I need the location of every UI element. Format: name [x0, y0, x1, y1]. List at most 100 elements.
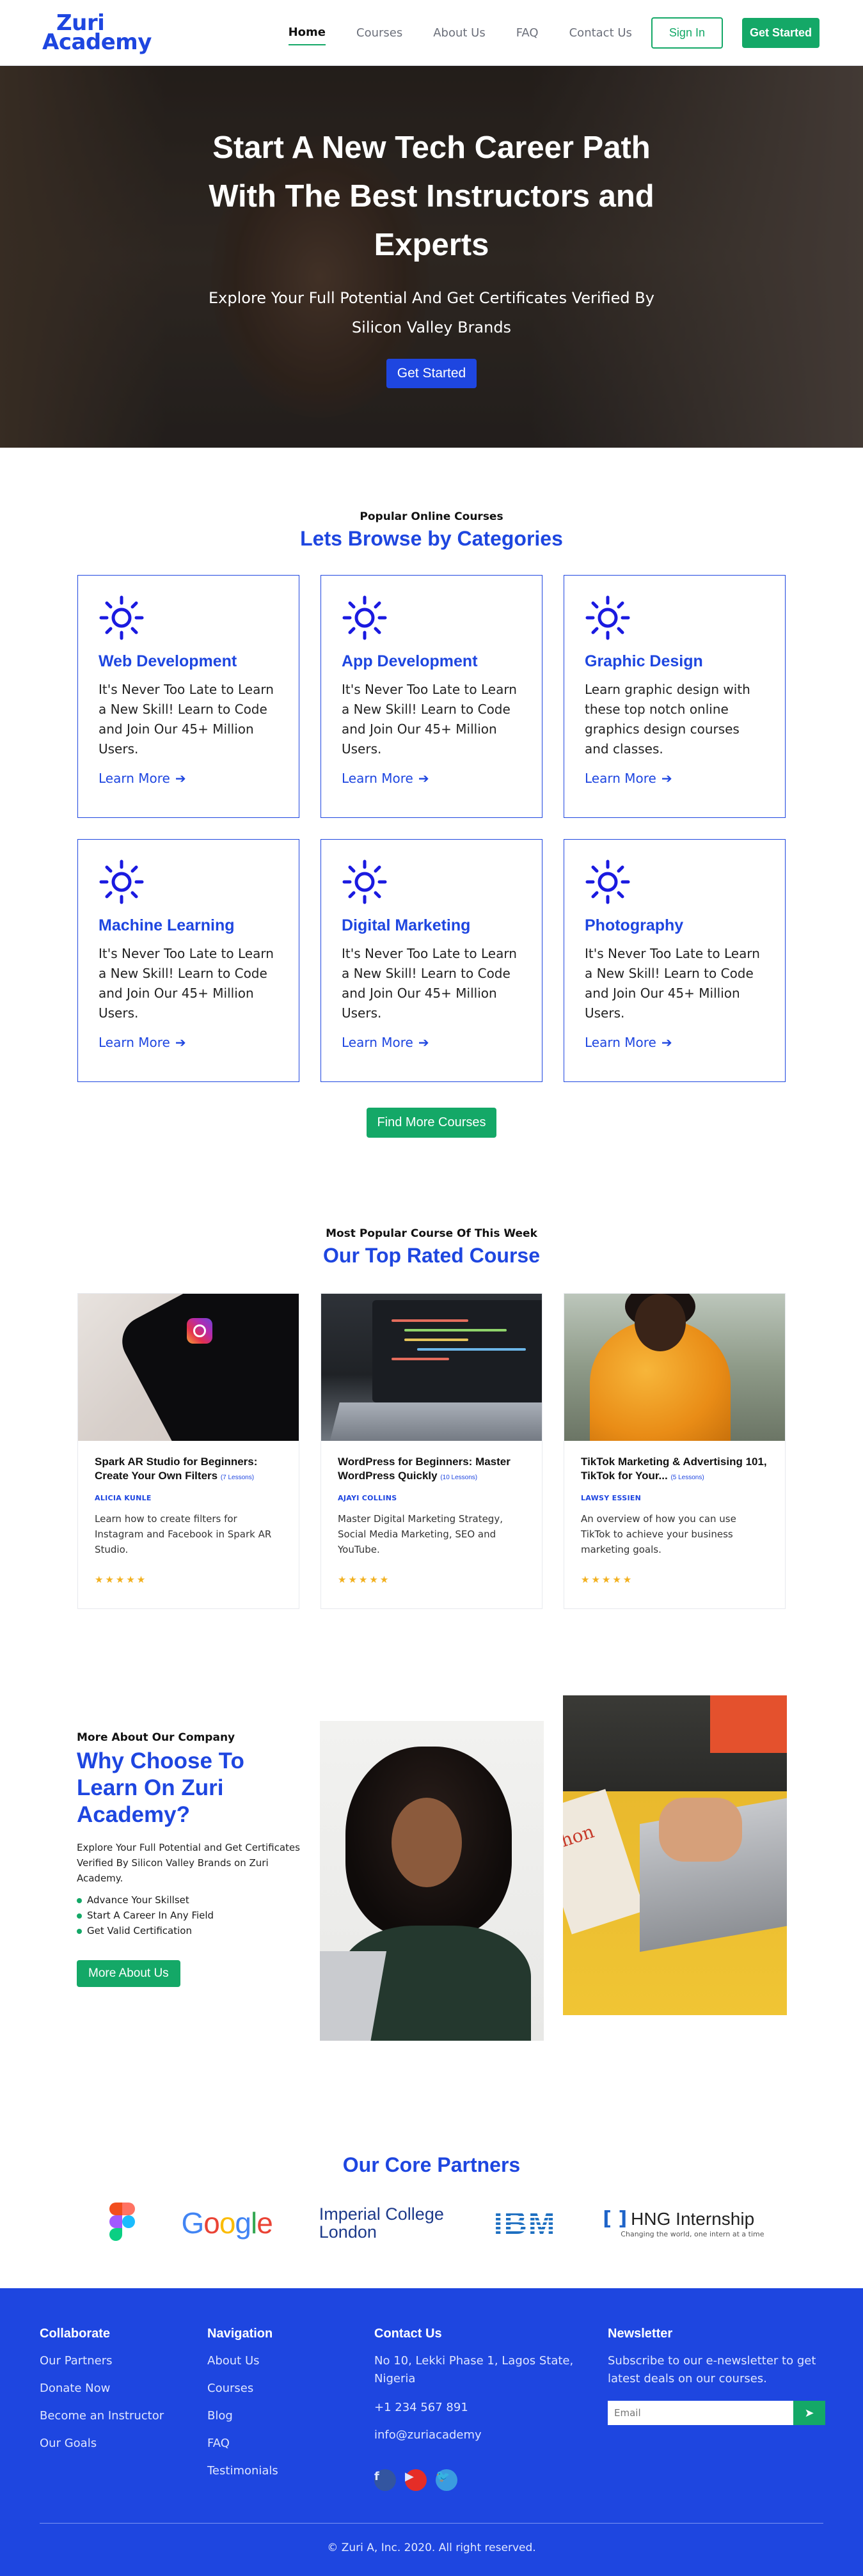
arrow-right-icon: ➔	[418, 771, 429, 786]
google-letter: G	[181, 2206, 204, 2240]
get-started-nav-button[interactable]: Get Started	[741, 17, 819, 48]
facebook-icon[interactable]: f	[374, 2469, 396, 2491]
contact-email[interactable]: info@zuriacademy	[374, 2428, 585, 2443]
course-image	[321, 1294, 542, 1441]
hero-subtitle: Explore Your Full Potential And Get Cert…	[209, 289, 654, 336]
python-book-illustration: thon	[563, 1789, 645, 1935]
course-title: Spark AR Studio for Beginners: Create Yo…	[95, 1455, 282, 1485]
youtube-icon[interactable]: ▶	[405, 2469, 427, 2491]
learn-more-link[interactable]: Learn More ➔	[585, 771, 672, 786]
learn-more-label: Learn More	[99, 1035, 170, 1050]
sun-icon	[342, 860, 387, 904]
footer-contact: Contact Us No 10, Lekki Phase 1, Lagos S…	[374, 2327, 585, 2491]
category-description: It's Never Too Late to Learn a New Skill…	[585, 946, 760, 1021]
footer-link-instructor[interactable]: Become an Instructor	[40, 2408, 164, 2424]
category-description: Learn graphic design with these top notc…	[585, 682, 750, 757]
footer-link-faq[interactable]: FAQ	[207, 2436, 278, 2451]
category-card: Machine Learning It's Never Too Late to …	[77, 839, 299, 1082]
student-face-illustration	[392, 1798, 462, 1887]
course-title: TikTok Marketing & Advertising 101, TikT…	[581, 1455, 768, 1485]
hero-get-started-button[interactable]: Get Started	[386, 359, 477, 388]
person-head-illustration	[635, 1294, 686, 1351]
sun-icon	[99, 595, 144, 640]
hands-illustration	[659, 1798, 742, 1862]
twitter-icon[interactable]: 🐦	[436, 2469, 457, 2491]
nav-link-courses[interactable]: Courses	[356, 26, 402, 45]
footer-link-donate[interactable]: Donate Now	[40, 2381, 164, 2396]
footer-link-about[interactable]: About Us	[207, 2353, 278, 2369]
nav-link-about[interactable]: About Us	[433, 26, 486, 45]
why-kicker: More About Our Company	[77, 1731, 235, 1744]
star-rating: ★★★★★	[338, 1574, 391, 1585]
google-letter: e	[257, 2206, 273, 2240]
ibm-logo: IBM	[493, 2205, 557, 2241]
arrow-right-icon: ➔	[175, 1035, 186, 1050]
categories-section: Popular Online Courses Lets Browse by Ca…	[0, 448, 863, 1138]
footer-collaborate-title: Collaborate	[40, 2327, 111, 2341]
figma-logo-part	[109, 2228, 122, 2241]
why-choose-section: More About Our Company Why Choose To Lea…	[0, 1695, 863, 2079]
learn-more-label: Learn More	[342, 771, 413, 786]
category-card: Digital Marketing It's Never Too Late to…	[321, 839, 542, 1082]
footer-link-testimonials[interactable]: Testimonials	[207, 2463, 278, 2479]
footer-collaborate: Collaborate Our Partners Donate Now Beco…	[40, 2327, 164, 2451]
footer-link-goals[interactable]: Our Goals	[40, 2436, 164, 2451]
code-line	[392, 1358, 449, 1360]
partner-logos: Google Imperial College London IBM [ ] HN…	[99, 2203, 764, 2243]
figma-logo-part	[122, 2203, 135, 2215]
more-about-us-button[interactable]: More About Us	[77, 1960, 180, 1987]
find-more-wrapper: Find More Courses	[0, 1082, 863, 1138]
category-title: Digital Marketing	[342, 916, 471, 934]
learn-more-label: Learn More	[585, 1035, 656, 1050]
social-links: f ▶ 🐦	[374, 2457, 585, 2491]
course-image	[564, 1294, 785, 1441]
red-sleeve-illustration	[710, 1695, 787, 1753]
find-more-courses-button[interactable]: Find More Courses	[367, 1108, 496, 1138]
footer-link-blog[interactable]: Blog	[207, 2408, 278, 2424]
nav-link-faq[interactable]: FAQ	[516, 26, 539, 45]
course-card[interactable]: WordPress for Beginners: Master WordPres…	[321, 1293, 542, 1609]
category-description: It's Never Too Late to Learn a New Skill…	[99, 946, 274, 1021]
footer-link-partners[interactable]: Our Partners	[40, 2353, 164, 2369]
nav-link-home[interactable]: Home	[288, 26, 326, 45]
hero-title: Start A New Tech Career Path With The Be…	[209, 130, 654, 262]
category-description: It's Never Too Late to Learn a New Skill…	[342, 946, 517, 1021]
learn-more-link[interactable]: Learn More ➔	[99, 1035, 186, 1050]
why-benefits-list: Advance Your Skillset Start A Career In …	[77, 1892, 301, 1938]
partners-title: Our Core Partners	[342, 2153, 521, 2176]
instagram-icon	[187, 1318, 212, 1344]
learn-more-link[interactable]: Learn More ➔	[99, 771, 186, 786]
hero-content: Start A New Tech Career Path With The Be…	[0, 66, 863, 388]
top-navbar: Zuri Academy Home Courses About Us FAQ C…	[0, 0, 863, 66]
benefit-item: Get Valid Certification	[77, 1923, 301, 1938]
course-title: WordPress for Beginners: Master WordPres…	[338, 1455, 525, 1485]
course-card[interactable]: Spark AR Studio for Beginners: Create Yo…	[77, 1293, 299, 1609]
course-lessons: (10 Lessons)	[440, 1474, 478, 1481]
benefit-item: Advance Your Skillset	[77, 1892, 301, 1908]
course-card[interactable]: TikTok Marketing & Advertising 101, TikT…	[564, 1293, 786, 1609]
sun-icon	[342, 595, 387, 640]
logo[interactable]: Zuri Academy	[42, 12, 152, 53]
newsletter-send-button[interactable]: ➤	[793, 2401, 825, 2425]
footer-newsletter: Newsletter Subscribe to our e-newsletter…	[608, 2327, 825, 2425]
categories-title: Lets Browse by Categories	[300, 527, 563, 550]
course-description: Master Digital Marketing Strategy, Socia…	[338, 1513, 503, 1555]
arrow-right-icon: ➔	[418, 1035, 429, 1050]
imperial-college-logo: Imperial College London	[319, 2204, 444, 2242]
newsletter-email-input[interactable]	[608, 2401, 793, 2425]
sign-in-button[interactable]: Sign In	[651, 17, 723, 49]
course-body: WordPress for Beginners: Master WordPres…	[321, 1441, 542, 1599]
learn-more-link[interactable]: Learn More ➔	[585, 1035, 672, 1050]
learn-more-link[interactable]: Learn More ➔	[342, 771, 429, 786]
google-logo: Google	[181, 2206, 273, 2240]
star-rating: ★★★★★	[581, 1574, 634, 1585]
nav-link-contact[interactable]: Contact Us	[569, 26, 632, 45]
arrow-right-icon: ➔	[175, 771, 186, 786]
learn-more-link[interactable]: Learn More ➔	[342, 1035, 429, 1050]
footer-link-courses[interactable]: Courses	[207, 2381, 278, 2396]
category-title: Photography	[585, 916, 684, 934]
course-author: AJAYI COLLINS	[338, 1494, 397, 1502]
course-image	[78, 1294, 299, 1441]
course-author: LAWSY ESSIEN	[581, 1494, 642, 1502]
course-grid: Spark AR Studio for Beginners: Create Yo…	[77, 1293, 786, 1609]
